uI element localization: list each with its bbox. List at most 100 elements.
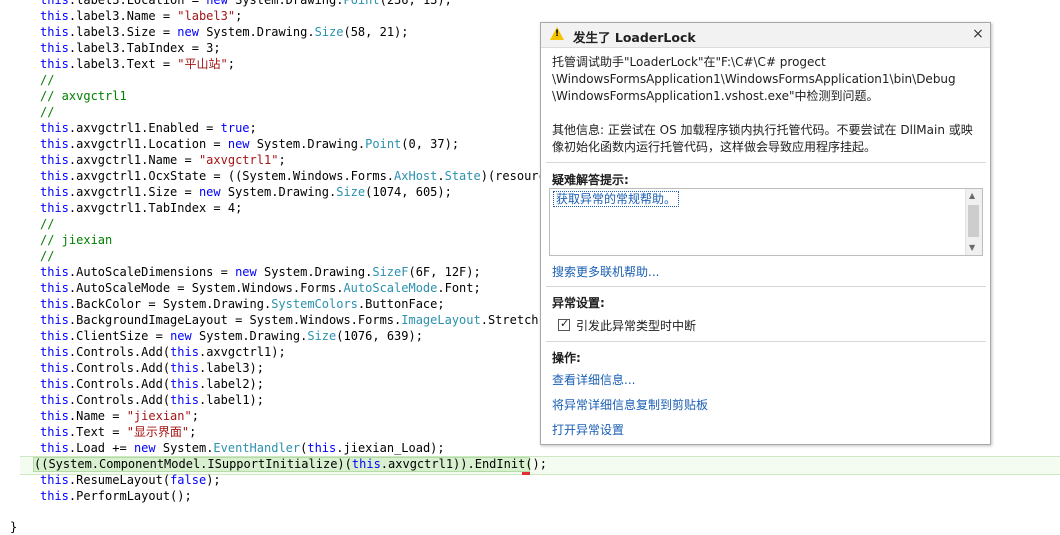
code-token: this [170,393,199,407]
code-token: this [40,265,69,279]
warning-icon: ! [550,27,564,40]
code-line: this.axvgctrl1.Enabled = true; [40,120,257,136]
code-token: "jiexian" [126,409,192,423]
code-token: this [40,57,69,71]
tips-header: 疑难解答提示: [552,173,629,187]
tips-list: 获取异常的常规帮助。 ▲ ▼ [549,188,983,256]
code-line: this.Controls.Add(this.label3); [40,360,264,376]
code-token: . [437,169,445,183]
code-token: .label3.Size = [68,25,178,39]
code-token: Size [336,185,366,199]
code-token: "平山站" [177,57,228,71]
code-token: true [220,121,250,135]
code-token: Size [314,25,344,39]
code-token: this [40,9,69,23]
code-token: .label3); [198,361,264,375]
code-token: .ButtonFace; [357,297,445,311]
code-token: ; [249,121,257,135]
code-token: this [40,201,69,215]
message-line: 托管调试助手"LoaderLock"在"F:\C#\C# progect [552,55,826,69]
code-token: this [40,185,69,199]
code-token: this [40,169,69,183]
code-line: this.label3.Name = "label3"; [40,8,242,24]
code-token: this [40,0,69,7]
code-token: .BackColor = System.Drawing. [68,297,272,311]
tips-scrollbar[interactable]: ▲ ▼ [965,189,982,255]
code-token: // jiexian [40,233,113,247]
code-line: this.Text = "显示界面"; [40,424,196,440]
view-details-link[interactable]: 查看详细信息... [552,371,635,388]
code-token: this [170,345,199,359]
code-line: this.axvgctrl1.TabIndex = 4; [40,200,242,216]
code-token: .Controls.Add( [68,345,171,359]
code-line: // axvgctrl1 [40,88,127,104]
code-token: .axvgctrl1.Enabled = [68,121,221,135]
code-token: this [40,297,69,311]
detail-line: 像初始化函数内运行托管代码，这样做会导致应用程序挂起。 [552,140,877,154]
code-line: this.axvgctrl1.Name = "axvgctrl1"; [40,152,286,168]
code-token: this [40,361,69,375]
code-line: // jiexian [40,232,112,248]
code-line: this.Load += new System.EventHandler(thi… [40,440,445,456]
code-token: .label3.Text = [68,57,178,71]
code-token: System.Drawing. [249,137,366,151]
code-token: .Stretch; [480,313,546,327]
code-token: EventHandler [213,441,301,455]
exception-dialog: ! 发生了 LoaderLock × 托管调试助手"LoaderLock"在"F… [540,22,991,445]
code-line: this.Controls.Add(this.label2); [40,376,264,392]
code-line: ((System.ComponentModel.ISupportInitiali… [34,456,547,472]
exception-settings-header: 异常设置: [552,296,605,310]
code-token: this [307,441,337,455]
code-token: this [40,345,69,359]
code-line: this.axvgctrl1.Size = new System.Drawing… [40,184,452,200]
code-line: this.Controls.Add(this.axvgctrl1); [40,344,286,360]
code-token: false [170,473,207,487]
break-on-exception-label[interactable]: 引发此异常类型时中断 [576,317,696,334]
scroll-thumb[interactable] [968,205,979,237]
code-token: this [40,153,69,167]
break-on-exception-checkbox[interactable]: ✓ [558,317,570,331]
copy-details-link[interactable]: 将异常详细信息复制到剪贴板 [552,396,708,413]
code-token: "显示界面" [126,425,190,439]
code-token: System.Drawing. [198,25,315,39]
code-token: .Load += [68,441,134,455]
code-token: .axvgctrl1)).EndInit(); [380,457,547,471]
code-token: AutoScaleMode [343,281,438,295]
code-token: this [40,329,69,343]
code-token: .axvgctrl1.OcxState = ((System.Windows.F… [68,169,395,183]
scroll-down-icon[interactable]: ▼ [969,243,975,252]
code-token: .label3.Location = [68,0,207,7]
code-token: this [40,377,69,391]
code-token: this [40,441,69,455]
code-token: .PerformLayout(); [68,489,192,503]
code-line: this.ResumeLayout(false); [40,472,221,488]
open-exception-settings-link[interactable]: 打开异常设置 [552,421,624,438]
code-token: this [40,489,69,503]
code-line: // [40,248,54,264]
code-token: // [40,249,55,263]
scroll-up-icon[interactable]: ▲ [969,191,975,200]
code-line: this.Controls.Add(this.label1); [40,392,264,408]
detail-line: 其他信息: 正尝试在 OS 加载程序锁内执行托管代码。不要尝试在 DllMain… [552,123,973,137]
code-token: this [40,41,69,55]
code-line: this.ClientSize = new System.Drawing.Siz… [40,328,423,344]
code-token: new [133,441,156,455]
code-token: this [40,393,69,407]
code-token: .BackgroundImageLayout = System.Windows.… [68,313,402,327]
divider [546,286,986,287]
code-token: new [198,185,221,199]
code-token: .ClientSize = [68,329,171,343]
code-token: "label3" [177,9,236,23]
search-online-help-link[interactable]: 搜索更多联机帮助... [552,263,659,280]
code-token: ; [227,57,235,71]
code-token: new [170,329,192,343]
code-token: this [40,281,69,295]
code-line: this.BackgroundImageLayout = System.Wind… [40,312,546,328]
close-button[interactable]: × [970,25,986,43]
code-token: .axvgctrl1.TabIndex = 4; [68,201,243,215]
code-token: (58, 21); [343,25,409,39]
code-token: // [40,105,55,119]
general-help-link[interactable]: 获取异常的常规帮助。 [553,191,680,207]
code-token: System.Drawing. [220,185,337,199]
code-line: this.label3.Location = new System.Drawin… [40,0,452,8]
